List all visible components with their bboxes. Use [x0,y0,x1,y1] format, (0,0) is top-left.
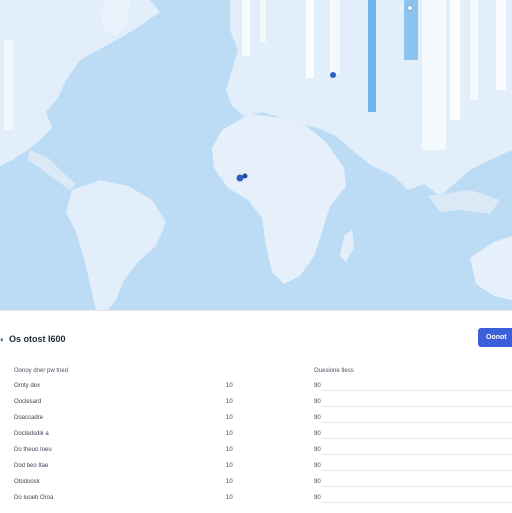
map-canvas [0,0,512,310]
table-row[interactable]: Do theuo Ioeu 10 90 [14,447,512,463]
column-header-name: Oonoy dner pw tned [14,368,69,374]
row-value-a: 10 [226,383,233,389]
row-divider [322,470,512,471]
row-value-b: 90 [314,463,321,469]
row-divider [322,502,512,503]
row-value-b: 90 [314,415,321,421]
row-name: Otodoosk [14,479,40,485]
action-button[interactable]: Oonot [478,328,512,347]
row-value-b: 90 [314,447,321,453]
row-name: Ornty dex [14,383,41,389]
row-name: Dod beo Itae [14,463,49,469]
row-divider [322,422,512,423]
row-name: Do theuo Ioeu [14,447,52,453]
row-value-a: 10 [226,447,233,453]
panel-title: ◐ Os otost I600 [0,334,66,350]
row-value-a: 10 [226,399,233,405]
table-row[interactable]: Ooclesard 10 90 [14,399,512,415]
location-marker-icon[interactable] [330,72,336,78]
table-row[interactable]: Ornty dex 10 90 [14,383,512,399]
row-divider [322,486,512,487]
row-value-b: 90 [314,399,321,405]
row-value-a: 10 [226,431,233,437]
row-value-a: 10 [226,495,233,501]
row-name: Ooclesard [14,399,42,405]
table-row[interactable]: Doctedsdik a 10 90 [14,431,512,447]
world-map[interactable] [0,0,512,310]
row-value-a: 10 [226,415,233,421]
row-name: Do Iuoeb Oroa [14,495,54,501]
row-name: Doctedsdik a [14,431,49,437]
panel-title-text: Os otost I600 [9,334,66,344]
row-value-a: 10 [226,463,233,469]
table-row[interactable]: Do Iuoeb Oroa 10 90 [14,495,512,511]
row-divider [322,454,512,455]
row-value-b: 90 [314,431,321,437]
row-name: Doaccadre [14,415,44,421]
row-value-b: 90 [314,383,321,389]
globe-icon: ◐ [0,335,5,344]
row-divider [322,406,512,407]
row-divider [322,390,512,391]
table-row[interactable]: Otodoosk 10 90 [14,479,512,495]
row-value-b: 90 [314,479,321,485]
row-value-a: 10 [226,479,233,485]
row-value-b: 90 [314,495,321,501]
water-drop-icon [407,5,413,11]
column-header-value: Ouesione tless [314,368,354,374]
table-row[interactable]: Doaccadre 10 90 [14,415,512,431]
table-row[interactable]: Dod beo Itae 10 90 [14,463,512,479]
row-divider [322,438,512,439]
